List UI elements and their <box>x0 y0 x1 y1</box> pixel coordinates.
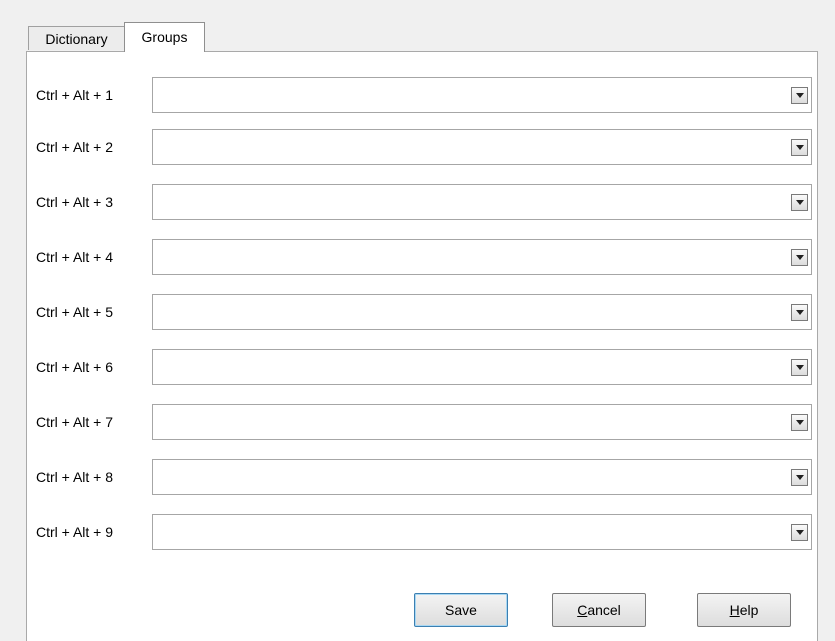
chevron-down-icon <box>796 365 804 370</box>
chevron-down-icon <box>796 145 804 150</box>
group-select-1[interactable] <box>152 77 812 113</box>
hotkey-row-4: Ctrl + Alt + 4 <box>27 239 817 275</box>
chevron-down-icon <box>796 475 804 480</box>
hotkey-label: Ctrl + Alt + 5 <box>36 304 114 320</box>
hotkey-row-5: Ctrl + Alt + 5 <box>27 294 817 330</box>
dropdown-button[interactable] <box>791 139 808 156</box>
dropdown-button[interactable] <box>791 414 808 431</box>
group-select-3[interactable] <box>152 184 812 220</box>
cancel-mnemonic: C <box>577 602 588 618</box>
dropdown-button[interactable] <box>791 524 808 541</box>
hotkey-label: Ctrl + Alt + 1 <box>36 87 114 103</box>
group-select-6[interactable] <box>152 349 812 385</box>
hotkey-row-6: Ctrl + Alt + 6 <box>27 349 817 385</box>
chevron-down-icon <box>796 530 804 535</box>
help-mnemonic: H <box>729 602 740 618</box>
help-label-rest: elp <box>739 602 759 618</box>
hotkey-row-1: Ctrl + Alt + 1 <box>27 77 817 113</box>
group-select-2[interactable] <box>152 129 812 165</box>
hotkey-label: Ctrl + Alt + 3 <box>36 194 114 210</box>
save-button[interactable]: Save <box>414 593 508 627</box>
tab-groups[interactable]: Groups <box>124 22 205 52</box>
chevron-down-icon <box>796 93 804 98</box>
hotkey-label: Ctrl + Alt + 4 <box>36 249 114 265</box>
help-button[interactable]: Help <box>697 593 791 627</box>
dropdown-button[interactable] <box>791 194 808 211</box>
cancel-button[interactable]: Cancel <box>552 593 646 627</box>
hotkey-label: Ctrl + Alt + 7 <box>36 414 114 430</box>
dropdown-button[interactable] <box>791 249 808 266</box>
groups-panel: Ctrl + Alt + 1 Ctrl + Alt + 2 Ctrl + Alt… <box>26 51 818 641</box>
hotkey-label: Ctrl + Alt + 8 <box>36 469 114 485</box>
hotkey-label: Ctrl + Alt + 6 <box>36 359 114 375</box>
hotkey-row-3: Ctrl + Alt + 3 <box>27 184 817 220</box>
chevron-down-icon <box>796 310 804 315</box>
group-select-8[interactable] <box>152 459 812 495</box>
dropdown-button[interactable] <box>791 469 808 486</box>
tab-strip: Dictionary Groups <box>26 18 816 52</box>
chevron-down-icon <box>796 255 804 260</box>
chevron-down-icon <box>796 420 804 425</box>
hotkey-row-8: Ctrl + Alt + 8 <box>27 459 817 495</box>
hotkey-label: Ctrl + Alt + 2 <box>36 139 114 155</box>
dropdown-button[interactable] <box>791 87 808 104</box>
hotkey-row-9: Ctrl + Alt + 9 <box>27 514 817 550</box>
hotkey-row-2: Ctrl + Alt + 2 <box>27 129 817 165</box>
tab-dictionary[interactable]: Dictionary <box>28 26 125 50</box>
chevron-down-icon <box>796 200 804 205</box>
group-select-4[interactable] <box>152 239 812 275</box>
group-select-9[interactable] <box>152 514 812 550</box>
hotkey-row-7: Ctrl + Alt + 7 <box>27 404 817 440</box>
hotkey-label: Ctrl + Alt + 9 <box>36 524 114 540</box>
groups-dialog: Dictionary Groups Ctrl + Alt + 1 Ctrl + … <box>0 0 835 641</box>
group-select-5[interactable] <box>152 294 812 330</box>
dropdown-button[interactable] <box>791 359 808 376</box>
dropdown-button[interactable] <box>791 304 808 321</box>
group-select-7[interactable] <box>152 404 812 440</box>
cancel-label-rest: ancel <box>587 602 621 618</box>
